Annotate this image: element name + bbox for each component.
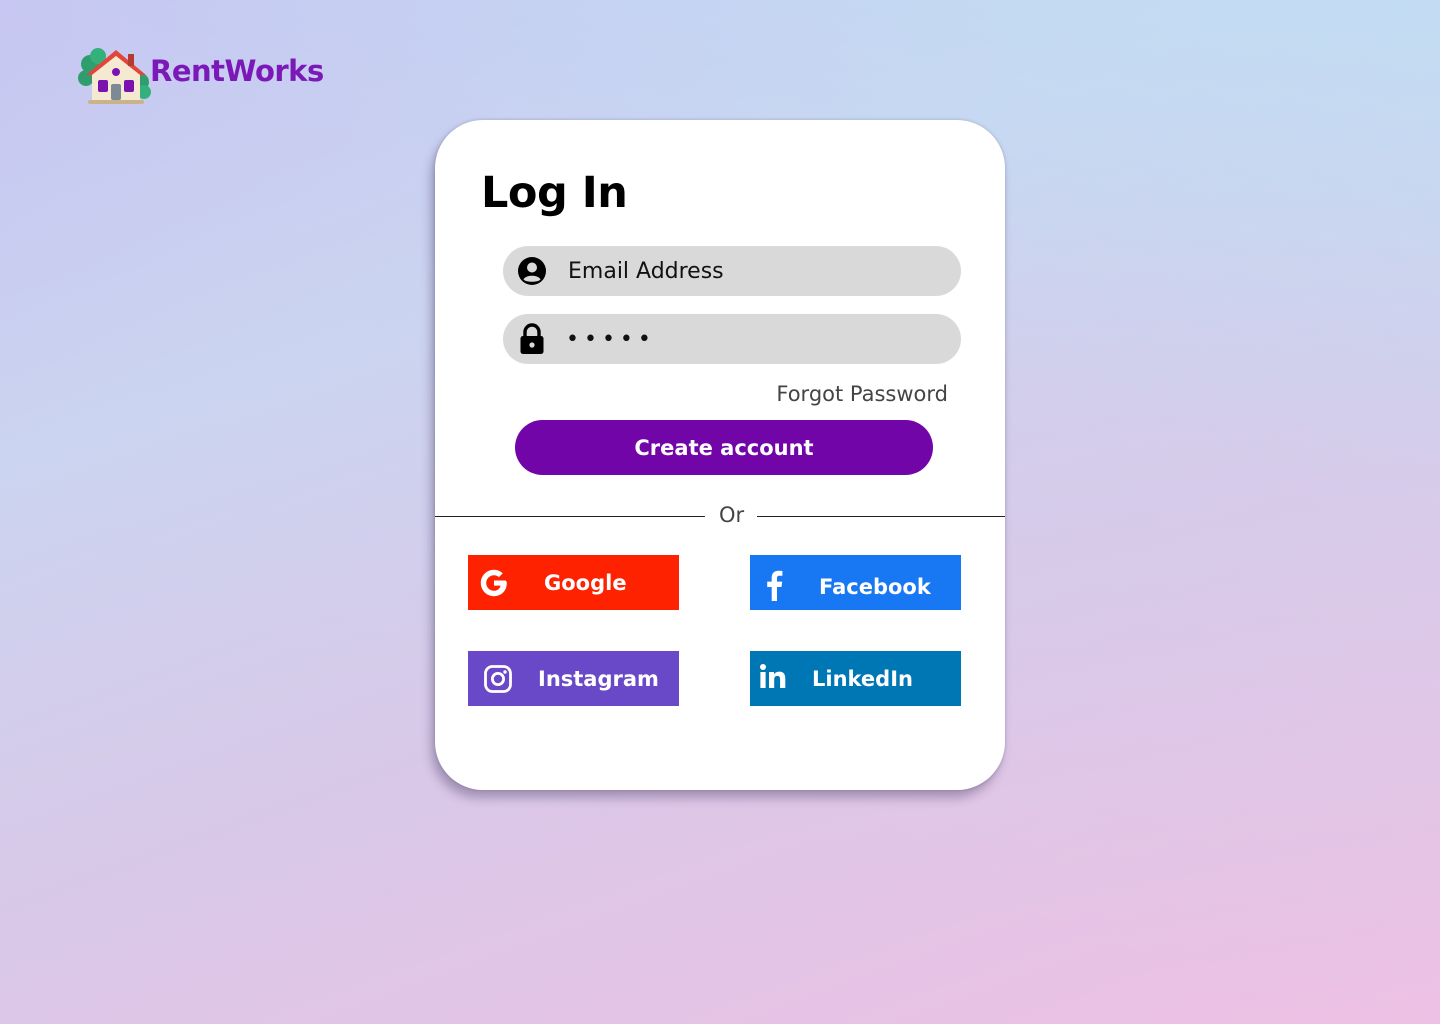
linkedin-icon: [756, 660, 790, 694]
login-card: Log In Forgot Password Create account Or: [435, 120, 1005, 790]
password-input[interactable]: [566, 326, 946, 352]
page-title: Log In: [481, 168, 628, 218]
divider-line: [435, 516, 705, 517]
google-login-button[interactable]: Google: [468, 555, 679, 610]
brand-name: RentWorks: [150, 54, 324, 88]
lock-icon: [516, 323, 548, 355]
instagram-icon: [481, 662, 515, 696]
house-icon: [78, 42, 152, 106]
instagram-label: Instagram: [538, 666, 659, 691]
linkedin-label: LinkedIn: [812, 666, 913, 691]
user-circle-icon: [516, 255, 548, 287]
password-field[interactable]: [503, 314, 961, 364]
or-divider: Or: [435, 503, 1005, 527]
divider-label: Or: [719, 503, 745, 527]
divider-line: [757, 516, 1005, 517]
email-field[interactable]: [503, 246, 961, 296]
email-input[interactable]: [568, 258, 948, 284]
facebook-login-button[interactable]: Facebook: [750, 555, 961, 610]
forgot-password-link[interactable]: Forgot Password: [776, 382, 948, 406]
brand[interactable]: RentWorks: [78, 42, 324, 106]
google-label: Google: [544, 570, 627, 595]
instagram-login-button[interactable]: Instagram: [468, 651, 679, 706]
facebook-icon: [757, 568, 791, 602]
linkedin-login-button[interactable]: LinkedIn: [750, 651, 961, 706]
google-icon: [477, 566, 511, 600]
create-account-button[interactable]: Create account: [515, 420, 933, 475]
facebook-label: Facebook: [819, 574, 931, 599]
